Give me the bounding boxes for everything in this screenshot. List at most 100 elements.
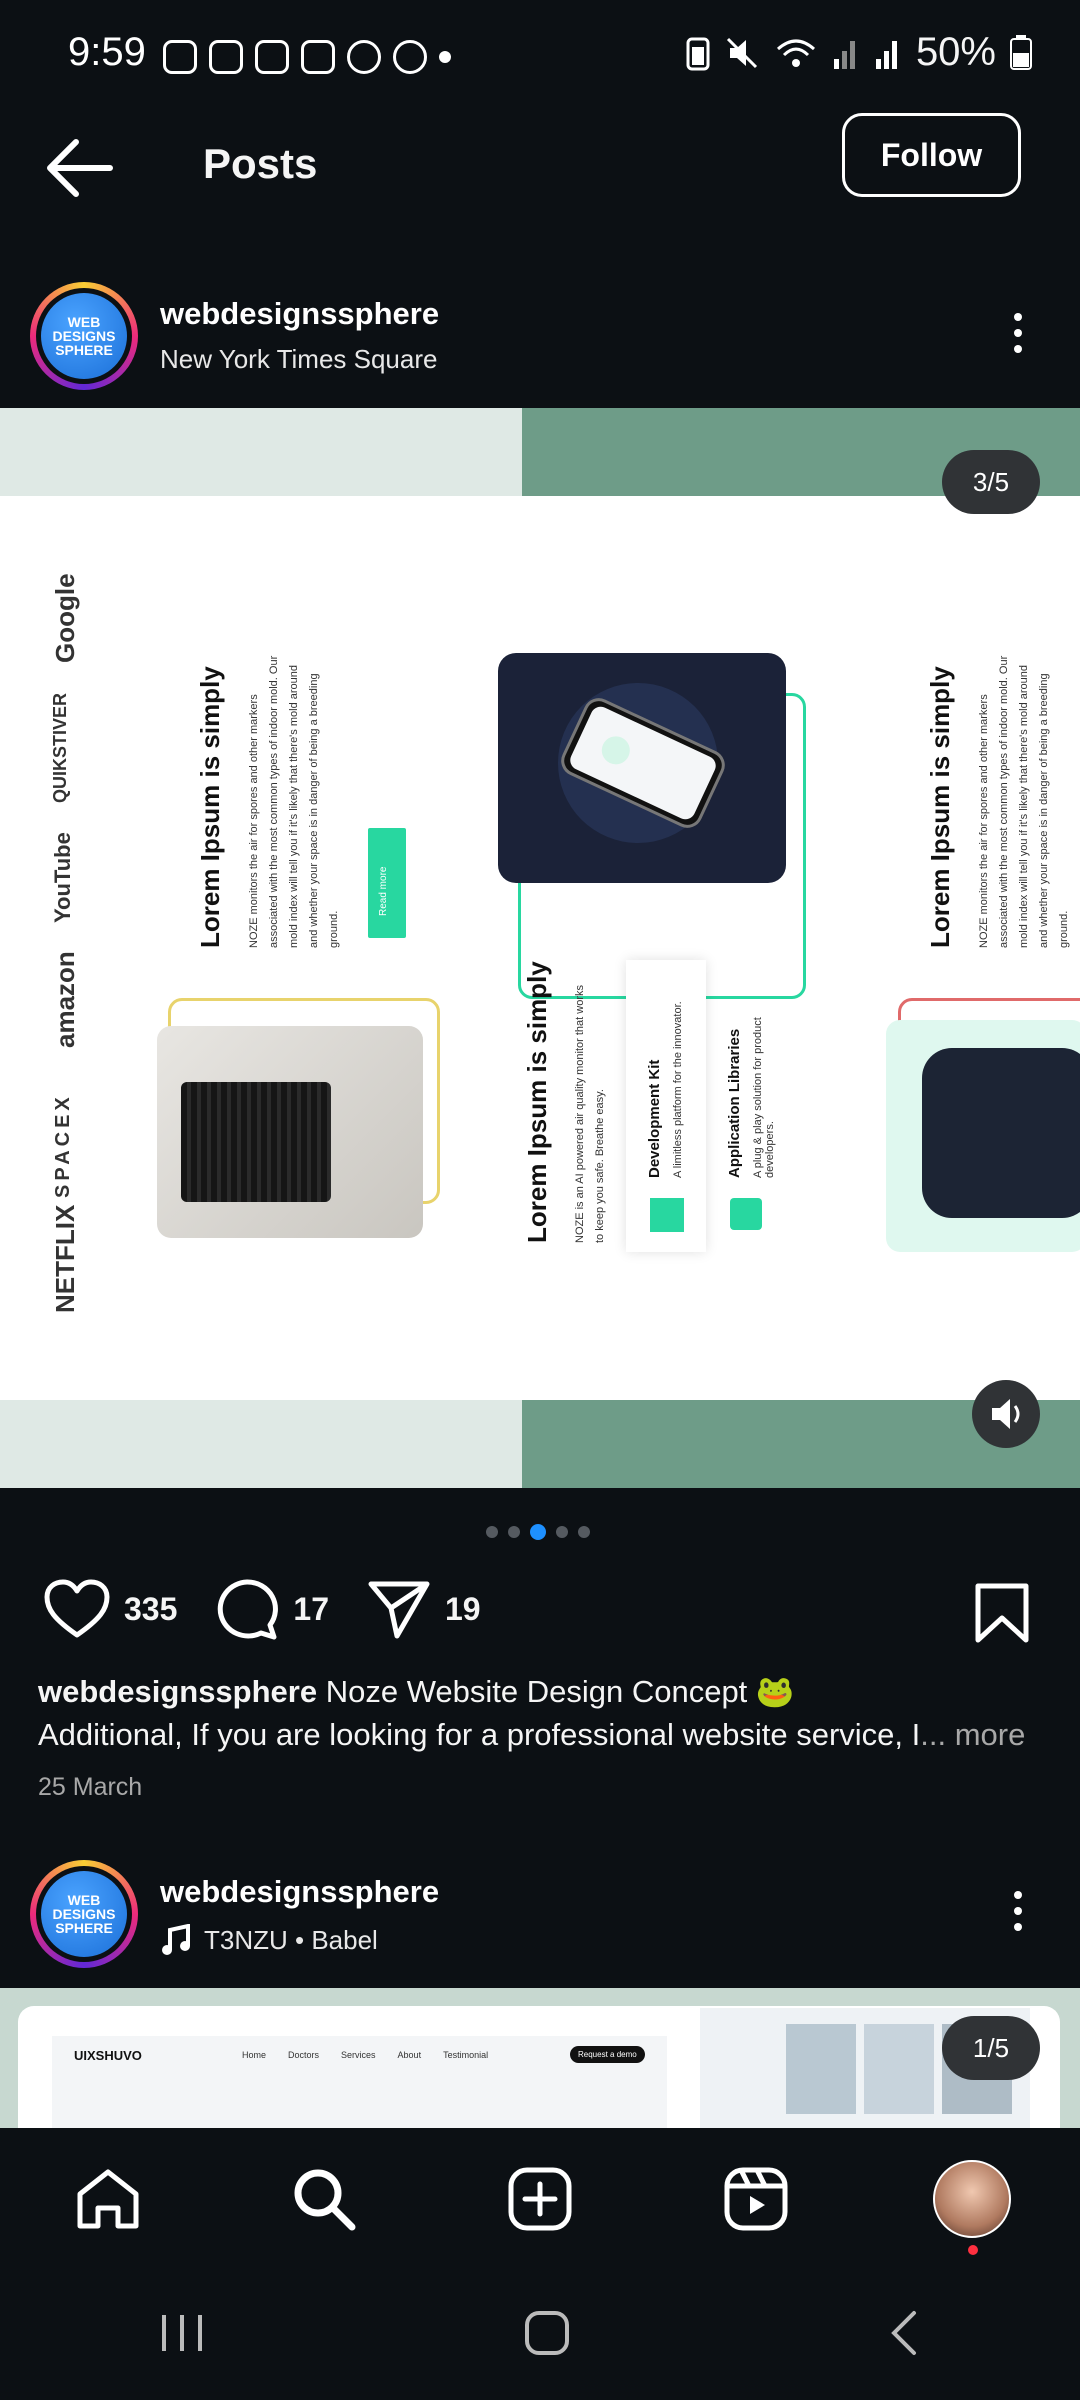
like-count: 335 — [124, 1590, 178, 1627]
share-button[interactable]: 19 — [367, 1578, 481, 1640]
logo-netflix: NETFLIX — [50, 1204, 80, 1313]
page-title: Posts — [203, 140, 318, 187]
read-more-button: Read more — [368, 828, 406, 938]
logo-quikstiver: QUIKSTIVER — [50, 692, 70, 803]
nav-profile[interactable] — [932, 2159, 1012, 2255]
status-time: 9:59 — [68, 30, 146, 74]
notification-dot — [968, 2245, 978, 2255]
device-photo — [157, 1026, 423, 1238]
site-preview: UIXSHUVO Home Doctors Services About Tes… — [52, 2036, 667, 2128]
feature2-icon — [730, 1198, 762, 1230]
slide-heading-3: Lorem Ipsum is simply — [925, 666, 955, 948]
slide-paragraph-1: NOZE monitors the air for spores and oth… — [248, 655, 340, 948]
music-note-icon — [162, 1924, 190, 1955]
post2-avatar[interactable]: WEB DESIGNS SPHERE — [30, 1860, 138, 1968]
home-icon — [77, 2169, 139, 2229]
feature2-title: Application Libraries — [726, 1028, 743, 1178]
back-system-icon — [891, 2310, 917, 2355]
home-system-icon — [524, 2310, 569, 2355]
caption-username[interactable]: webdesignssphere — [38, 1674, 317, 1709]
instagram-icon — [209, 40, 243, 74]
post2-slide-counter: 1/5 — [942, 2016, 1040, 2080]
avatar-logo: WEB DESIGNS SPHERE — [41, 1871, 127, 1957]
more-notifications-dot — [439, 51, 451, 63]
feature1-title: Development Kit — [646, 1059, 663, 1178]
nav-search[interactable] — [284, 2159, 364, 2239]
share-count: 19 — [444, 1590, 481, 1627]
battery-saver-icon — [686, 37, 710, 70]
logo-spacex: SPACEX — [52, 1093, 74, 1198]
comment-count: 17 — [293, 1590, 329, 1627]
post-actions: 335 17 19 — [44, 1578, 519, 1640]
heart-icon — [44, 1579, 110, 1638]
instagram-icon — [301, 40, 335, 74]
site-logo: UIXSHUVO — [74, 2048, 142, 2063]
search-icon — [294, 2169, 356, 2231]
profile-avatar — [933, 2160, 1011, 2238]
speaker-icon — [992, 1399, 1020, 1429]
nav-reels[interactable] — [716, 2159, 796, 2239]
caption-body: Additional, If you are looking for a pro… — [38, 1717, 921, 1752]
slide-heading-2: Lorem Ipsum is simply — [522, 961, 552, 1243]
status-bar: 9:59 50% — [0, 0, 1080, 110]
add-post-icon — [508, 2167, 572, 2231]
nav-home[interactable] — [68, 2159, 148, 2239]
slide-paragraph-3: NOZE monitors the air for spores and oth… — [978, 655, 1070, 948]
feature1-text: A limitless platform for the innovator. — [672, 1001, 684, 1178]
gallery-icon — [255, 40, 289, 74]
more-link[interactable]: ... more — [920, 1717, 1025, 1752]
battery-icon — [1010, 34, 1032, 70]
back-button[interactable] — [44, 138, 114, 198]
post2-username[interactable]: webdesignssphere — [160, 1874, 439, 1910]
feature1-icon — [650, 1198, 684, 1232]
site-nav: Home Doctors Services About Testimonial — [242, 2050, 489, 2060]
slide-heading-1: Lorem Ipsum is simply — [195, 666, 225, 948]
post-caption[interactable]: webdesignssphere Noze Website Design Con… — [38, 1670, 1048, 1756]
signal-icon-2 — [875, 40, 897, 69]
like-button[interactable]: 335 — [44, 1579, 177, 1639]
carousel-dots — [486, 1524, 590, 1540]
logo-amazon: amazon — [50, 951, 80, 1048]
feature2-text: A plug & play solution for product devel… — [752, 1017, 776, 1178]
bookmark-icon — [975, 1583, 1029, 1643]
back-system-button[interactable] — [886, 2309, 922, 2362]
signal-icon — [833, 40, 855, 69]
wifi-icon — [776, 39, 815, 67]
noze-device — [922, 1048, 1080, 1218]
caption-title: Noze Website Design Concept 🐸 — [317, 1674, 795, 1709]
post-options-button[interactable] — [1008, 313, 1028, 353]
bottom-nav — [0, 2128, 1080, 2270]
follow-button[interactable]: Follow — [842, 113, 1021, 197]
back-arrow-icon — [47, 139, 113, 197]
post2-media[interactable]: UIXSHUVO Home Doctors Services About Tes… — [0, 1988, 1080, 2128]
post-avatar[interactable]: WEB DESIGNS SPHERE — [30, 282, 138, 390]
notification-icons — [163, 40, 451, 74]
comment-button[interactable]: 17 — [215, 1578, 329, 1640]
mute-icon — [726, 37, 757, 68]
post2-audio[interactable]: T3NZU • Babel — [160, 1924, 378, 1956]
battery-percent: 50% — [915, 30, 996, 74]
phone-image — [558, 683, 725, 843]
site-cta: Request a demo — [570, 2046, 645, 2063]
post-username[interactable]: webdesignssphere — [160, 296, 439, 332]
send-icon — [368, 1581, 430, 1639]
post-media[interactable]: Google QUIKSTIVER YouTube amazon SPACEX … — [0, 408, 1080, 1488]
recents-button[interactable] — [158, 2311, 208, 2360]
logo-google: Google — [50, 573, 80, 663]
recents-icon — [161, 2314, 202, 2351]
logo-youtube: YouTube — [50, 832, 75, 923]
save-button[interactable] — [974, 1582, 1030, 1649]
status-right: 50% — [686, 30, 1032, 75]
phone-card — [498, 653, 786, 883]
nav-create[interactable] — [500, 2159, 580, 2239]
system-nav — [0, 2270, 1080, 2400]
whatsapp-icon — [393, 40, 427, 74]
sound-toggle[interactable] — [972, 1380, 1040, 1448]
avatar-logo: WEB DESIGNS SPHERE — [41, 293, 127, 379]
post2-options-button[interactable] — [1008, 1891, 1028, 1931]
home-system-button[interactable] — [523, 2309, 571, 2362]
post-location[interactable]: New York Times Square — [160, 344, 437, 375]
messenger-icon — [347, 40, 381, 74]
comment-icon — [218, 1579, 279, 1640]
slide-counter: 3/5 — [942, 450, 1040, 514]
